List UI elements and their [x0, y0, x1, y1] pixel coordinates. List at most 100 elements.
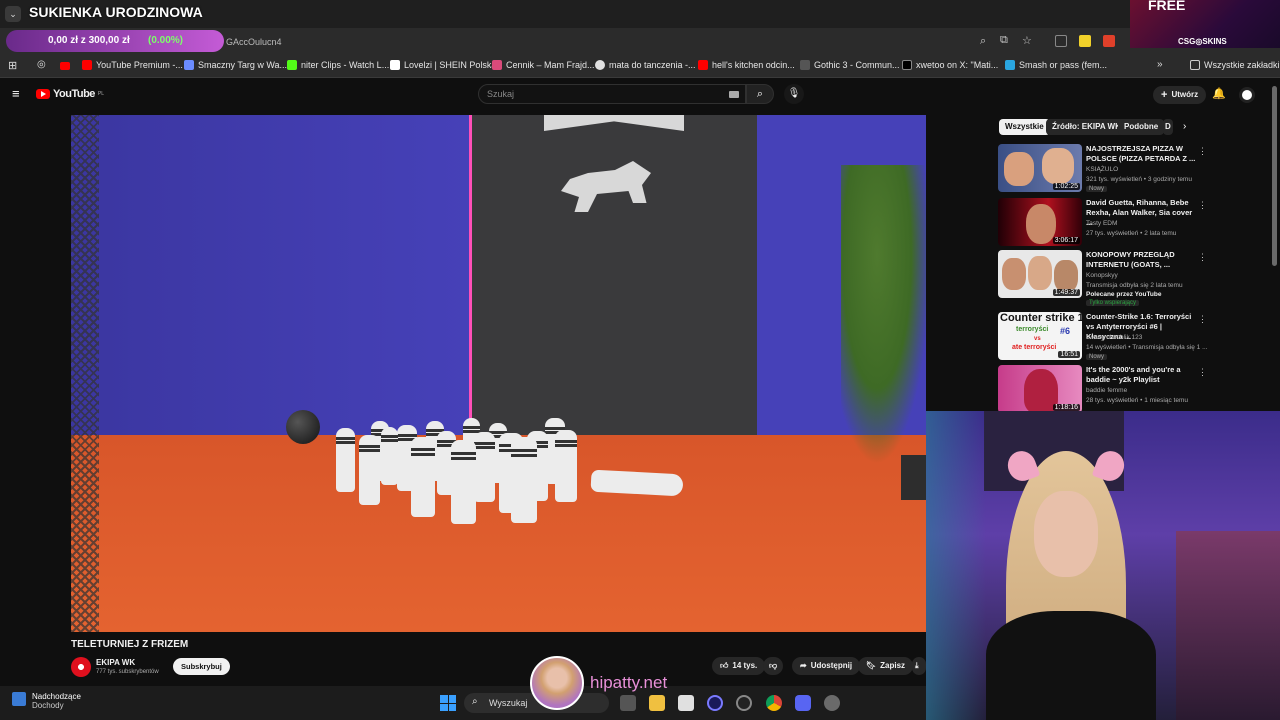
bookmark-2[interactable]: Smaczny Targ w Wa... — [184, 60, 287, 70]
chip-scroll-right-icon[interactable]: › — [1183, 121, 1186, 132]
bowling-ball — [286, 410, 320, 444]
plant-pot — [901, 455, 926, 500]
voice-search-button[interactable]: 🎙 — [784, 84, 804, 104]
page-scrollbar[interactable] — [1272, 86, 1277, 266]
bookmark-youtube-icon[interactable] — [60, 62, 70, 70]
notifications-bell-icon[interactable]: 🔔 — [1212, 87, 1226, 100]
cast-icon[interactable]: ⧉ — [1000, 34, 1008, 47]
webcam-light — [926, 411, 986, 720]
video-player[interactable] — [71, 115, 926, 632]
create-button[interactable]: + Utwórz — [1153, 86, 1207, 104]
more-bookmarks-icon[interactable]: » — [1157, 59, 1163, 70]
recommendation-4[interactable]: Counter strike 1.6 terroryści #6 vs ate … — [998, 312, 1280, 364]
youtube-logo[interactable]: YouTube PL — [36, 88, 104, 100]
apps-grid-icon[interactable]: ⊞ — [8, 59, 17, 72]
app-icon-dark[interactable] — [736, 695, 752, 711]
chip-all[interactable]: Wszystkie — [999, 119, 1050, 135]
all-bookmarks-button[interactable]: Wszystkie zakładki — [1190, 60, 1280, 70]
thumbnail: 1:49:37 — [998, 250, 1082, 298]
bookmark-4[interactable]: Lovelzi | SHEIN Polska — [390, 60, 496, 70]
extension-icon[interactable] — [1055, 35, 1067, 47]
bookmark-9[interactable]: xwetoo on X: "Mati... — [902, 60, 998, 70]
more-options-icon[interactable]: ⋮ — [1198, 200, 1207, 211]
overlay-title: SUKIENKA URODZINOWA — [29, 4, 203, 20]
start-button[interactable] — [440, 695, 456, 711]
steam-icon — [800, 60, 810, 70]
streamer-avatar — [530, 656, 584, 710]
more-options-icon[interactable]: ⋮ — [1198, 367, 1207, 378]
more-options-icon[interactable]: ⋮ — [1198, 314, 1207, 325]
bookmark-star-icon[interactable]: ☆ — [1022, 34, 1032, 47]
youtube-play-icon — [36, 89, 50, 99]
share-button[interactable]: ➦ Udostępnij — [792, 657, 861, 675]
tab-list-button[interactable]: ⌄ — [5, 6, 21, 22]
bookmark-6[interactable]: mata do tanczenia -... — [595, 60, 696, 70]
bookmark-icon-1[interactable]: ◎ — [37, 59, 46, 70]
save-button[interactable]: 🔖︎ Zapisz — [858, 657, 914, 675]
settings-icon[interactable] — [824, 695, 840, 711]
bookmark-8[interactable]: Gothic 3 - Commun... — [800, 60, 900, 70]
bowling-pin — [555, 430, 577, 502]
subscriber-count: 777 tys. subskrybentów — [96, 669, 159, 675]
channel-avatar[interactable] — [71, 657, 91, 677]
grid-icon — [1005, 60, 1015, 70]
store-icon[interactable] — [678, 695, 694, 711]
recommendation-5[interactable]: 1:18:16 It's the 2000's and you're a bad… — [998, 365, 1280, 417]
search-icon: ⌕ — [472, 696, 478, 707]
more-options-icon[interactable]: ⋮ — [1198, 146, 1207, 157]
subscribe-button[interactable]: Subskrybuj — [173, 658, 230, 675]
chip-more[interactable]: D — [1163, 119, 1173, 135]
recommendation-3[interactable]: 1:49:37 KONOPOWY PRZEGLĄD INTERNETU (GOA… — [998, 250, 1280, 310]
keyboard-icon[interactable] — [729, 91, 739, 98]
bookmark-3[interactable]: niter Clips - Watch L... — [287, 60, 389, 70]
widgets-button[interactable]: Nadchodzące Dochody — [12, 692, 81, 710]
chip-source[interactable]: Źródło: EKIPA WK — [1046, 119, 1127, 135]
share-icon: ➦ — [800, 661, 807, 670]
chrome-icon[interactable] — [766, 695, 782, 711]
channel-name[interactable]: EKIPA WK — [96, 658, 135, 667]
dislike-button[interactable]: 👎︎ — [763, 657, 784, 675]
bookmark-7[interactable]: hell's kitchen odcin... — [698, 60, 795, 70]
fallen-pin — [590, 469, 684, 497]
chip-similar[interactable]: Podobne — [1118, 119, 1165, 135]
bowling-pin — [381, 427, 399, 485]
search-button[interactable]: ⌕ — [746, 84, 774, 104]
extension-yellow-icon[interactable] — [1079, 35, 1091, 47]
menu-icon[interactable]: ≡ — [12, 86, 20, 101]
download-button[interactable]: ⤓ — [912, 657, 926, 675]
file-explorer-icon[interactable] — [649, 695, 665, 711]
search-input[interactable]: Szukaj — [478, 84, 746, 104]
like-button[interactable]: 👍︎ 14 tys. — [712, 657, 766, 675]
windows-taskbar: Nadchodzące Dochody ⌕ Wyszukaj hipatty.n… — [0, 656, 926, 720]
task-view-icon[interactable] — [620, 695, 636, 711]
download-icon: ⤓ — [915, 661, 919, 670]
kick-icon — [287, 60, 297, 70]
bowling-pin — [451, 440, 477, 524]
url-text[interactable]: GAccOulucn4 — [226, 37, 282, 47]
bookmark-5[interactable]: Cennik – Mam Frajd... — [492, 60, 595, 70]
app-icon-circle[interactable] — [707, 695, 723, 711]
donation-goal-bar: 0,00 zł z 300,00 zł (0.00%) — [6, 30, 224, 52]
youtube-icon — [698, 60, 708, 70]
calendar-icon — [12, 692, 26, 706]
more-options-icon[interactable]: ⋮ — [1198, 252, 1207, 263]
zoom-icon[interactable]: ⌕ — [980, 35, 986, 48]
discord-icon[interactable] — [795, 695, 811, 711]
bookmark-10[interactable]: Smash or pass (fem... — [1005, 60, 1107, 70]
browser-tab-bar: ⌄ SUKIENKA URODZINOWA — [0, 0, 1280, 28]
goal-text: 0,00 zł z 300,00 zł — [48, 35, 130, 46]
video-dark-panel — [469, 115, 757, 445]
video-title: TELETURNIEJ Z FRIZEM — [71, 639, 189, 650]
youtube-header: ≡ YouTube PL Szukaj ⌕ 🎙 + Utwórz 🔔 — [0, 78, 1280, 112]
video-wall-left — [71, 115, 471, 465]
thumbnail: 1:18:16 — [998, 365, 1082, 413]
recommendation-2[interactable]: 3:06:17 David Guetta, Rihanna, Bebe Rexh… — [998, 198, 1280, 250]
bowling-pin — [359, 435, 380, 505]
folder-icon — [1190, 60, 1200, 70]
extension-red-icon[interactable] — [1103, 35, 1115, 47]
plant — [841, 165, 926, 465]
sponsor-overlay: FREE CSG◎SKINS — [1130, 0, 1280, 48]
bookmark-1[interactable]: YouTube Premium -... — [82, 60, 183, 70]
avatar[interactable] — [1239, 87, 1255, 103]
recommendation-1[interactable]: 1:02:25 NAJOSTRZEJSZA PIZZA W POLSCE (PI… — [998, 144, 1280, 196]
